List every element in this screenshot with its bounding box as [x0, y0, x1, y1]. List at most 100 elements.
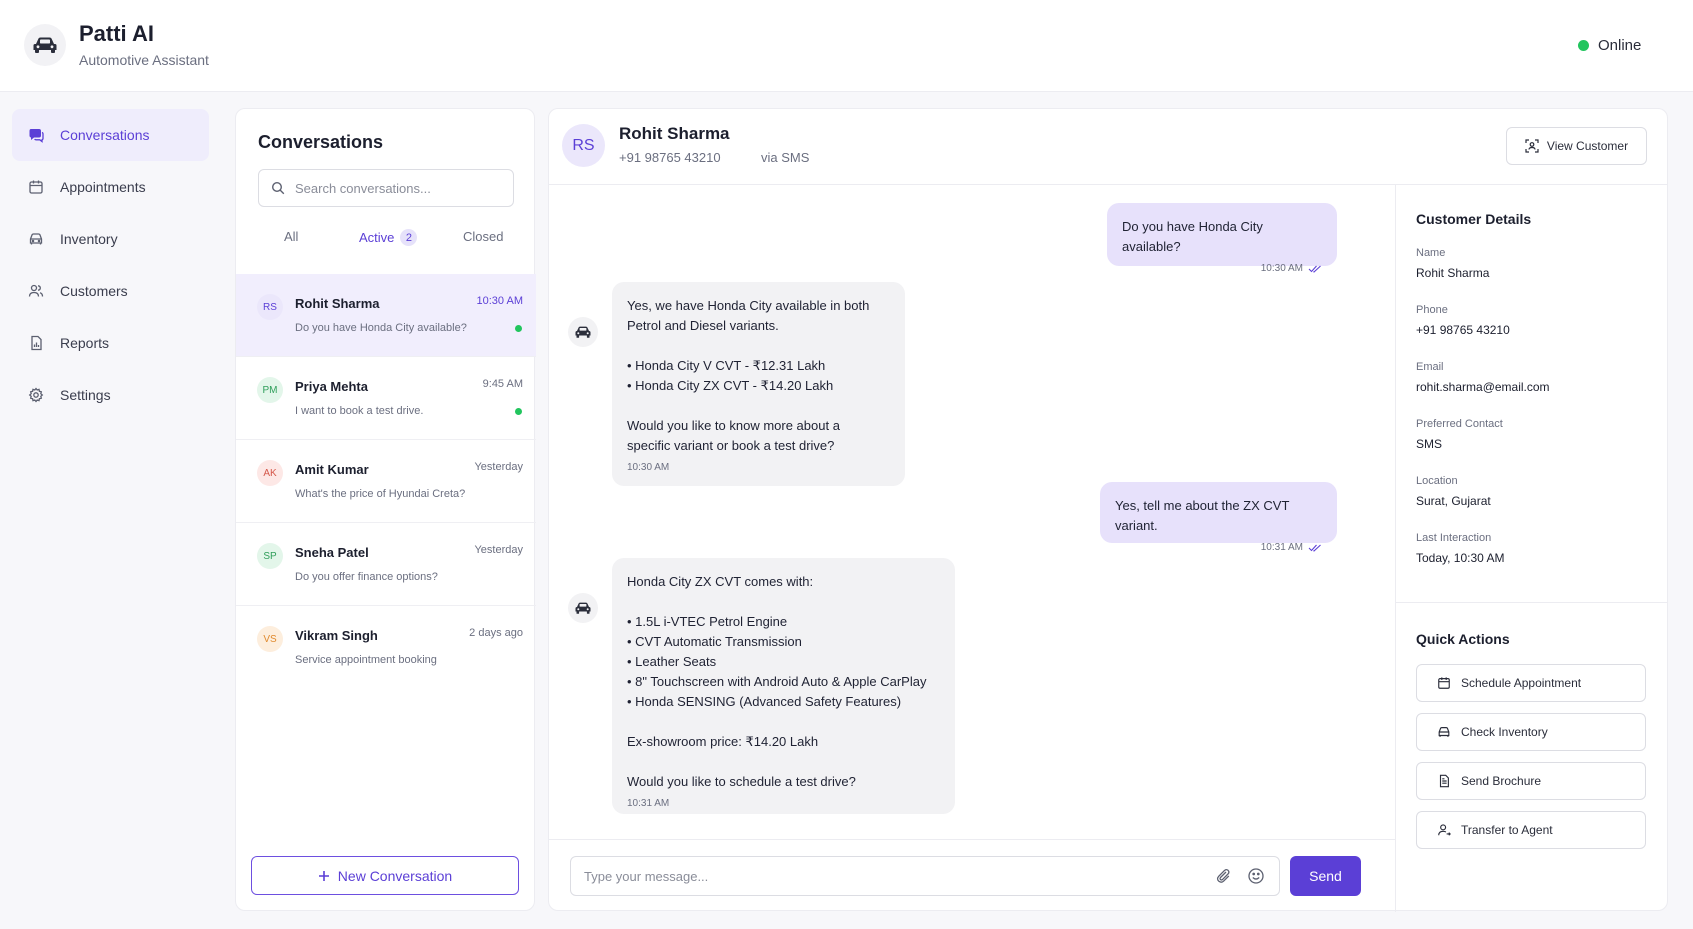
- car-icon: [1438, 727, 1450, 737]
- field-label: Name: [1416, 247, 1446, 259]
- transfer-to-agent-button[interactable]: Transfer to Agent: [1416, 811, 1646, 849]
- chat-panel: RS Rohit Sharma +91 98765 43210 via SMS …: [548, 108, 1668, 912]
- conversation-item[interactable]: AK Amit Kumar What's the price of Hyunda…: [236, 440, 536, 523]
- conversation-name: Sneha Patel: [295, 545, 369, 560]
- search-box: [258, 169, 514, 207]
- send-button[interactable]: Send: [1290, 856, 1361, 896]
- chat-channel: via SMS: [761, 150, 810, 165]
- online-status: Online: [1578, 37, 1641, 54]
- tab-closed[interactable]: Closed: [463, 229, 503, 244]
- message-input[interactable]: [584, 868, 1184, 884]
- field-label: Preferred Contact: [1416, 418, 1503, 430]
- field-value: Surat, Gujarat: [1416, 494, 1491, 508]
- conversation-item[interactable]: RS Rohit Sharma Do you have Honda City a…: [236, 274, 536, 357]
- chat-contact-phone: +91 98765 43210: [619, 150, 721, 165]
- sidebar-item-appointments[interactable]: Appointments: [12, 161, 209, 213]
- search-icon: [271, 181, 285, 195]
- field-value: +91 98765 43210: [1416, 323, 1510, 337]
- quick-action-label: Transfer to Agent: [1461, 823, 1553, 837]
- tab-active[interactable]: Active 2: [359, 229, 418, 246]
- double-check-icon: [1308, 265, 1321, 273]
- bot-avatar: [568, 317, 598, 347]
- avatar: AK: [257, 460, 283, 486]
- field-value: Today, 10:30 AM: [1416, 551, 1505, 565]
- sidebar-item-label: Reports: [60, 335, 110, 351]
- check-inventory-button[interactable]: Check Inventory: [1416, 713, 1646, 751]
- user-scan-icon: [1525, 139, 1539, 153]
- message-text: Yes, tell me about the ZX CVT variant.: [1115, 498, 1290, 533]
- sidebar-item-conversations[interactable]: Conversations: [12, 109, 209, 161]
- customer-field-location: Location Surat, Gujarat: [1416, 475, 1646, 508]
- sidebar-item-label: Inventory: [60, 231, 118, 247]
- quick-action-label: Schedule Appointment: [1461, 676, 1582, 690]
- message-incoming: Honda City ZX CVT comes with: • 1.5L i-V…: [612, 558, 955, 814]
- sidebar-item-reports[interactable]: Reports: [12, 317, 209, 369]
- calendar-icon: [29, 180, 43, 194]
- app-title: Patti AI: [79, 21, 154, 46]
- message-text: Honda City ZX CVT comes with: • 1.5L i-V…: [627, 574, 927, 789]
- conversation-list: RS Rohit Sharma Do you have Honda City a…: [236, 274, 536, 689]
- message-meta: 10:31 AM: [1115, 538, 1322, 558]
- search-input[interactable]: [295, 180, 495, 196]
- field-label: Location: [1416, 475, 1458, 487]
- message-list: Do you have Honda City available? 10:30 …: [549, 185, 1395, 839]
- sidebar-item-inventory[interactable]: Inventory: [12, 213, 209, 265]
- online-status-label: Online: [1598, 37, 1642, 54]
- emoji-icon[interactable]: [1247, 867, 1265, 885]
- message-time: 10:31 AM: [627, 798, 670, 809]
- avatar: RS: [257, 294, 283, 320]
- quick-action-label: Check Inventory: [1461, 725, 1548, 739]
- sidebar-item-label: Conversations: [60, 127, 150, 143]
- customer-field-preferred-contact: Preferred Contact SMS: [1416, 418, 1646, 451]
- document-icon: [1439, 774, 1449, 788]
- tab-all[interactable]: All: [284, 229, 298, 244]
- new-conversation-button[interactable]: New Conversation: [251, 856, 519, 895]
- schedule-appointment-button[interactable]: Schedule Appointment: [1416, 664, 1646, 702]
- tab-closed-label: Closed: [463, 229, 504, 244]
- conversation-preview: Do you have Honda City available?: [295, 322, 467, 334]
- plus-icon: [318, 870, 329, 881]
- double-check-icon: [1308, 544, 1321, 552]
- conversation-item[interactable]: SP Sneha Patel Do you offer finance opti…: [236, 523, 536, 606]
- message-text: Yes, we have Honda City available in bot…: [627, 298, 870, 453]
- message-incoming: Yes, we have Honda City available in bot…: [612, 282, 905, 486]
- customer-sidebar: Customer Details Name Rohit Sharma Phone +…: [1395, 185, 1667, 912]
- sidebar-item-customers[interactable]: Customers: [12, 265, 209, 317]
- conversation-item[interactable]: VS Vikram Singh Service appointment book…: [236, 606, 536, 689]
- gear-icon: [28, 387, 44, 403]
- unread-dot-icon: [515, 325, 522, 332]
- field-value: SMS: [1416, 437, 1443, 451]
- message-text: Do you have Honda City available?: [1122, 219, 1263, 254]
- sidebar-item-settings[interactable]: Settings: [12, 369, 209, 421]
- conversation-time: Yesterday: [474, 544, 523, 556]
- customer-field-email: Email rohit.sharma@email.com: [1416, 361, 1646, 394]
- conversation-time: 9:45 AM: [482, 378, 523, 390]
- user-icon: [1438, 824, 1451, 836]
- chat-icon: [29, 129, 44, 143]
- send-brochure-button[interactable]: Send Brochure: [1416, 762, 1646, 800]
- paperclip-icon[interactable]: [1214, 867, 1232, 885]
- field-label: Last Interaction: [1416, 532, 1492, 544]
- avatar: RS: [562, 124, 605, 167]
- conversation-name: Rohit Sharma: [295, 296, 380, 311]
- view-customer-button[interactable]: View Customer: [1506, 127, 1647, 165]
- quick-actions-title: Quick Actions: [1416, 631, 1510, 647]
- message-meta: 10:30 AM: [627, 458, 890, 478]
- sidebar-item-label: Settings: [60, 387, 111, 403]
- top-bar: Patti AI Automotive Assistant Online: [0, 0, 1693, 92]
- avatar: PM: [257, 377, 283, 403]
- field-label: Email: [1416, 361, 1444, 373]
- message-outgoing: Do you have Honda City available? 10:30 …: [1107, 203, 1337, 274]
- conversation-item[interactable]: PM Priya Mehta I want to book a test dri…: [236, 357, 536, 440]
- car-logo-icon: [24, 24, 66, 66]
- unread-dot-icon: [515, 408, 522, 415]
- tab-active-label: Active: [359, 230, 395, 245]
- conversation-name: Amit Kumar: [295, 462, 369, 477]
- field-value: rohit.sharma@email.com: [1416, 380, 1550, 394]
- message-meta: 10:31 AM: [627, 794, 940, 814]
- message-time: 10:30 AM: [627, 462, 670, 473]
- conversation-name: Priya Mehta: [295, 379, 368, 394]
- conversation-name: Vikram Singh: [295, 628, 378, 643]
- car-icon: [575, 602, 591, 614]
- field-label: Phone: [1416, 304, 1448, 316]
